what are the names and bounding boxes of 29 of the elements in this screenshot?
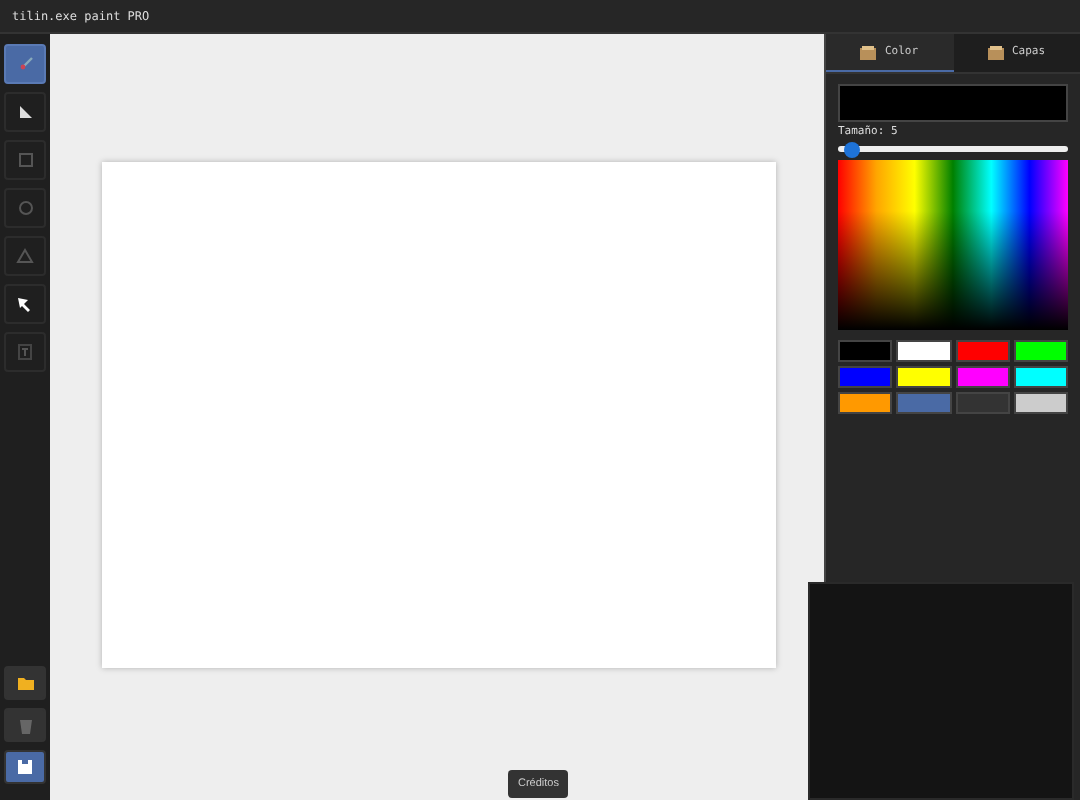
color-swatch[interactable]	[1013, 366, 1068, 388]
color-spectrum[interactable]	[838, 160, 1068, 330]
color-swatch[interactable]	[896, 366, 951, 388]
size-slider[interactable]	[838, 146, 1068, 152]
folder-icon	[17, 676, 33, 690]
color-swatch[interactable]	[955, 366, 1010, 388]
tool-button[interactable]	[4, 284, 46, 324]
color-swatch[interactable]	[838, 392, 893, 414]
action-button[interactable]	[4, 750, 46, 784]
box-icon	[860, 45, 877, 59]
tool-button[interactable]	[4, 92, 46, 132]
rectangle-icon	[17, 152, 33, 168]
triangle-icon	[16, 248, 34, 264]
text-icon	[18, 344, 32, 360]
cursor-icon	[18, 297, 32, 311]
color-swatch[interactable]	[838, 340, 893, 362]
brush-icon	[17, 56, 33, 72]
action-button[interactable]	[4, 666, 46, 700]
color-swatch[interactable]	[896, 340, 951, 362]
color-swatch[interactable]	[955, 392, 1010, 414]
box-icon	[987, 45, 1004, 59]
circle-icon	[17, 200, 33, 216]
color-swatch[interactable]	[896, 392, 951, 414]
color-swatch[interactable]	[1013, 392, 1068, 414]
color-swatch[interactable]	[955, 340, 1010, 362]
color-swatch[interactable]	[838, 366, 893, 388]
color-swatch[interactable]	[1013, 340, 1068, 362]
slider-thumb[interactable]	[843, 141, 860, 157]
trash-icon	[19, 717, 31, 733]
